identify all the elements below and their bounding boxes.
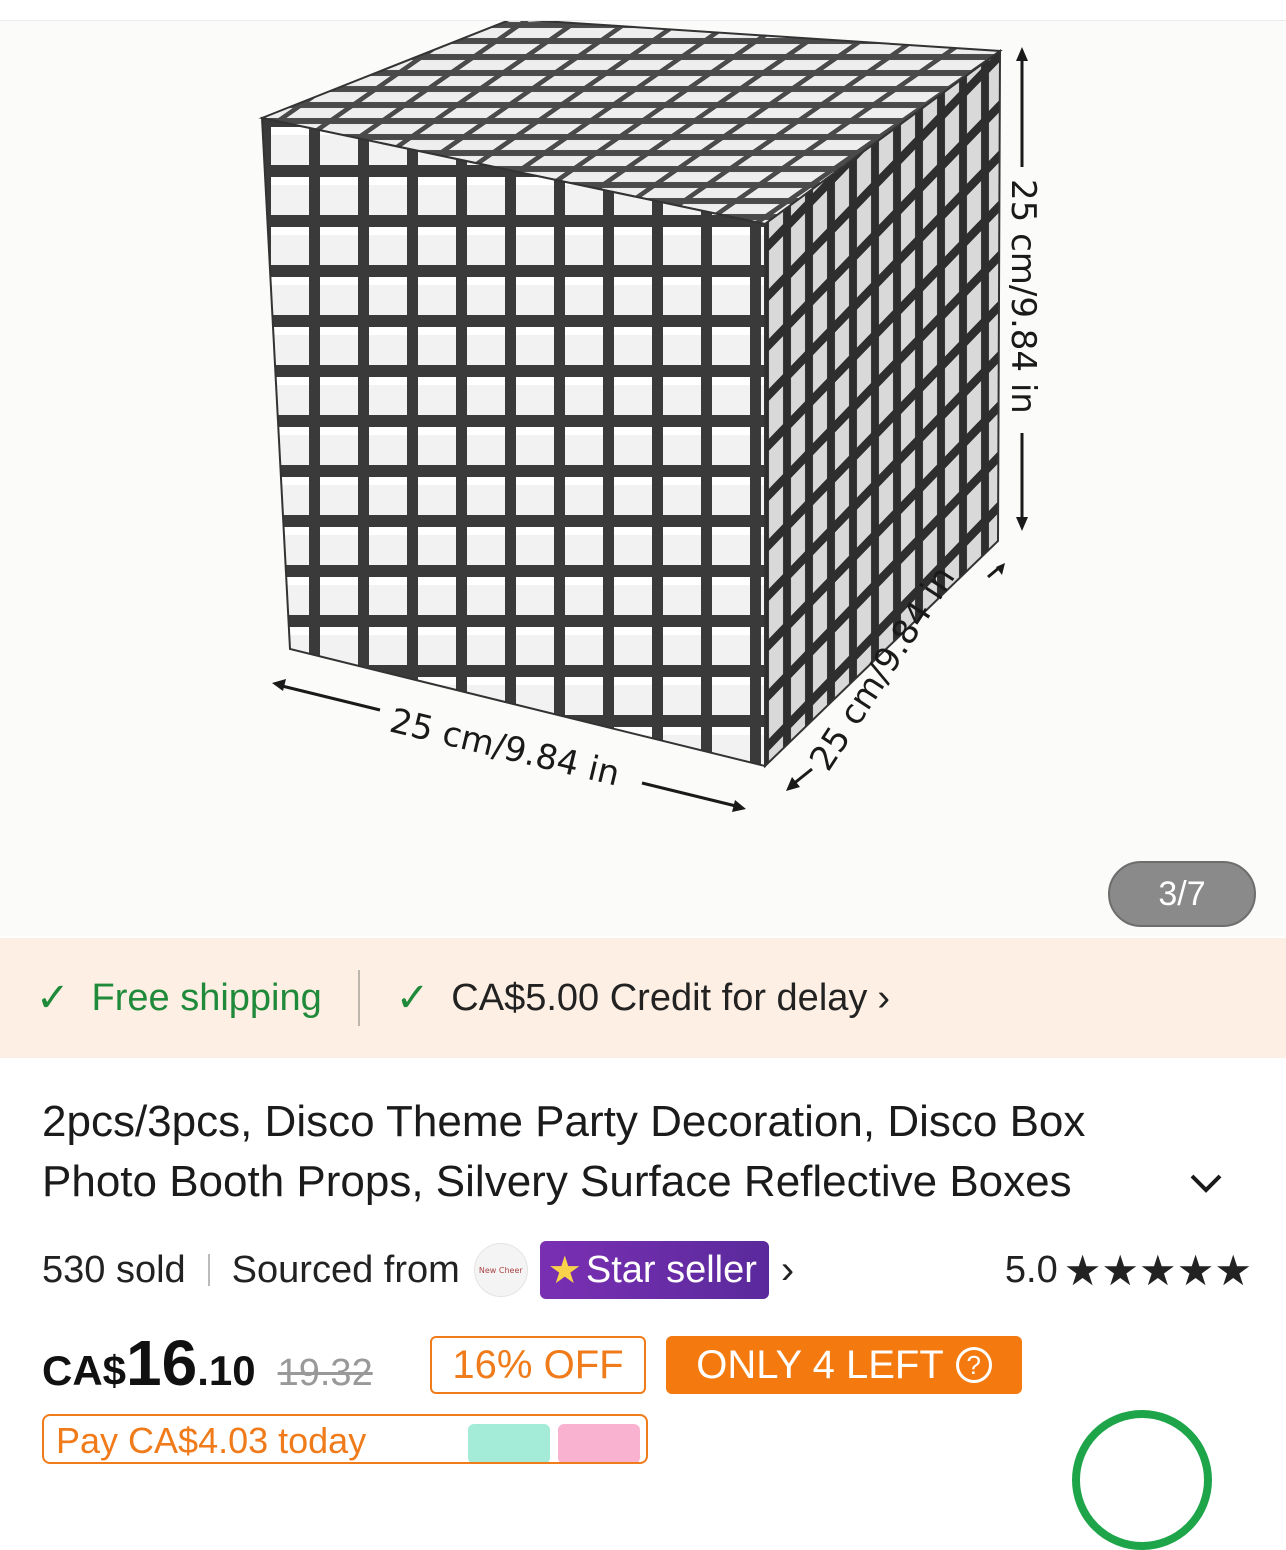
klarna-logo bbox=[558, 1424, 640, 1462]
star-seller-badge[interactable]: ★ Star seller bbox=[539, 1241, 769, 1299]
free-shipping-label: Free shipping bbox=[91, 976, 322, 1019]
delay-credit-label: CA$5.00 Credit for delay bbox=[451, 976, 868, 1019]
title-fade bbox=[1130, 1154, 1190, 1214]
rating[interactable]: 5.0 ★★★★★ bbox=[1005, 1246, 1252, 1295]
low-stock-badge[interactable]: ONLY 4 LEFT ? bbox=[666, 1336, 1022, 1394]
chevron-down-icon[interactable] bbox=[1186, 1164, 1226, 1204]
star-icon: ★ bbox=[547, 1249, 582, 1292]
meta-divider bbox=[207, 1254, 210, 1286]
low-stock-label: ONLY 4 LEFT bbox=[696, 1342, 944, 1387]
sold-count: 530 sold bbox=[42, 1248, 186, 1291]
chevron-right-icon: › bbox=[877, 976, 891, 1019]
product-meta-row: 530 sold Sourced from New Cheer ★ Star s… bbox=[42, 1240, 1252, 1300]
star-seller-label: Star seller bbox=[585, 1248, 757, 1291]
price-integer: 16 bbox=[126, 1327, 198, 1399]
chevron-right-icon[interactable]: › bbox=[781, 1248, 794, 1293]
help-icon[interactable]: ? bbox=[955, 1347, 992, 1383]
free-shipping[interactable]: ✓ Free shipping bbox=[36, 975, 322, 1021]
disco-box-image: 25 cm/9.84 in 25 cm/9.84 in 25 cm/9.84 i… bbox=[258, 21, 1043, 812]
afterpay-logo bbox=[468, 1424, 550, 1462]
rating-value: 5.0 bbox=[1004, 1248, 1058, 1291]
pay-later-banner[interactable]: Pay CA$4.03 today bbox=[42, 1414, 648, 1464]
shipping-divider bbox=[357, 970, 360, 1026]
image-counter: 3/7 bbox=[1108, 861, 1256, 927]
dim-height-label: 25 cm/9.84 in bbox=[1003, 179, 1043, 414]
floating-action-button[interactable] bbox=[1072, 1410, 1212, 1550]
original-price: 19.32 bbox=[277, 1352, 373, 1394]
price-decimal: .10 bbox=[197, 1347, 256, 1394]
product-image-gallery[interactable]: 25 cm/9.84 in 25 cm/9.84 in 25 cm/9.84 i… bbox=[0, 21, 1286, 936]
rating-stars: ★★★★★ bbox=[1063, 1246, 1252, 1294]
price-currency: CA$ bbox=[42, 1347, 127, 1394]
sourced-from-label: Sourced from bbox=[231, 1248, 460, 1291]
check-icon: ✓ bbox=[36, 976, 70, 1020]
pay-today-label: Pay CA$4.03 today bbox=[56, 1420, 367, 1461]
shipping-benefits-bar[interactable]: ✓ Free shipping ✓ CA$5.00 Credit for del… bbox=[0, 938, 1286, 1058]
product-title: 2pcs/3pcs, Disco Theme Party Decoration,… bbox=[42, 1097, 1086, 1206]
delay-credit[interactable]: ✓ CA$5.00 Credit for delay › bbox=[396, 975, 890, 1021]
price: CA$ 16 .10 19.32 bbox=[42, 1326, 373, 1406]
discount-badge: 16% OFF bbox=[430, 1336, 646, 1394]
seller-logo[interactable]: New Cheer bbox=[473, 1243, 528, 1297]
check-icon: ✓ bbox=[395, 976, 430, 1020]
